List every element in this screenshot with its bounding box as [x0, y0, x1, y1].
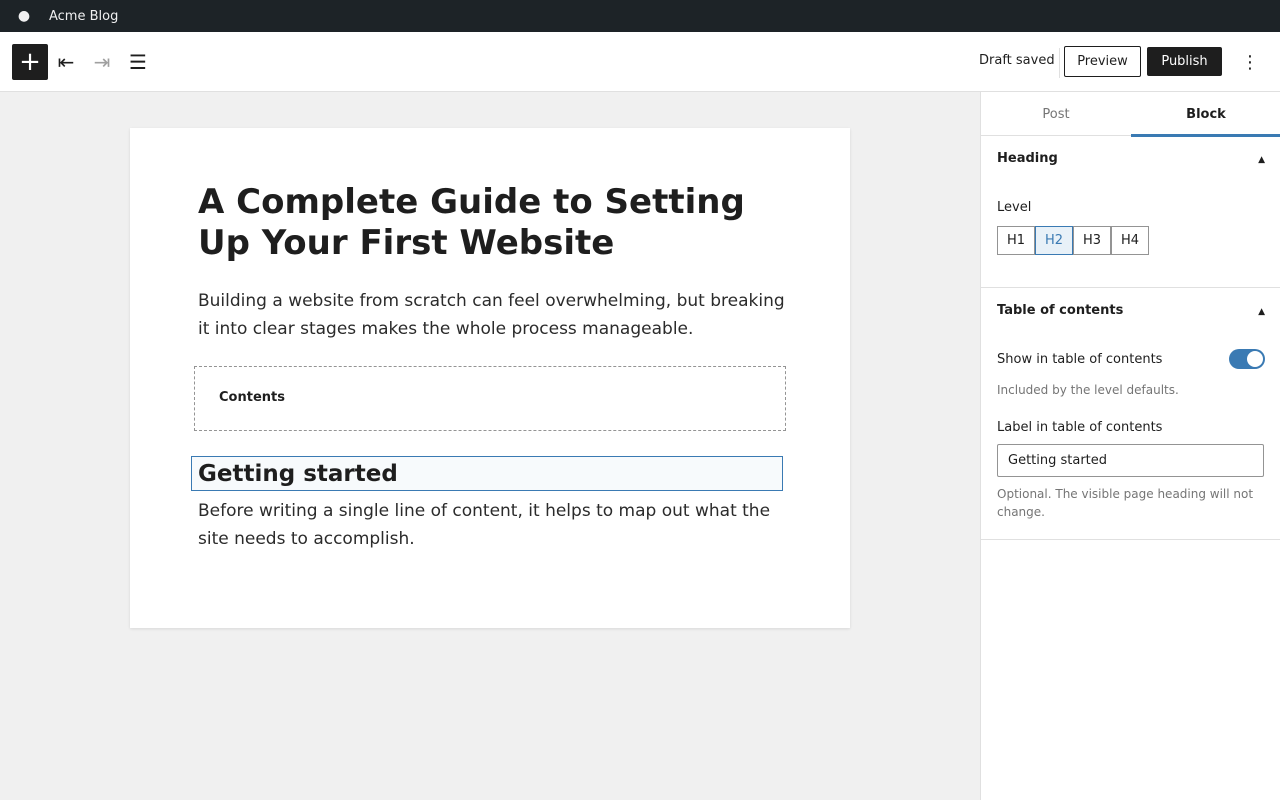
chevron-up-icon[interactable]: ▲ — [1258, 307, 1265, 317]
heading-level-group: H1 H2 H3 H4 — [997, 226, 1149, 255]
toc-label-input[interactable] — [997, 444, 1264, 477]
toc-panel-title[interactable]: Table of contents — [997, 303, 1123, 318]
show-in-toc-help: Included by the level defaults. — [997, 383, 1179, 397]
toolbar-divider — [1059, 48, 1060, 78]
publish-button[interactable]: Publish — [1147, 47, 1222, 76]
list-view-icon: ☰ — [129, 50, 147, 74]
wordpress-icon[interactable]: ● — [0, 0, 48, 32]
paragraph-block[interactable]: Building a website from scratch can feel… — [198, 287, 788, 343]
settings-sidebar: Post Block Heading ▲ Level H1 H2 H3 H4 T… — [980, 92, 1280, 800]
tab-block[interactable]: Block — [1131, 92, 1280, 137]
heading-panel: Heading ▲ Level H1 H2 H3 H4 — [981, 136, 1280, 288]
redo-button[interactable]: ⇥ — [84, 44, 120, 80]
show-in-toc-label: Show in table of contents — [997, 352, 1163, 367]
editor-canvas: A Complete Guide to Setting Up Your Firs… — [0, 92, 980, 800]
post-title[interactable]: A Complete Guide to Setting Up Your Firs… — [198, 182, 798, 264]
level-h2-button[interactable]: H2 — [1035, 226, 1073, 255]
preview-button[interactable]: Preview — [1064, 46, 1141, 77]
post-content: A Complete Guide to Setting Up Your Firs… — [130, 128, 850, 628]
admin-bar: ● Acme Blog — [0, 0, 1280, 32]
toc-label-help: Optional. The visible page heading will … — [997, 487, 1254, 519]
level-h4-button[interactable]: H4 — [1111, 226, 1149, 255]
options-button[interactable]: ⋮ — [1232, 44, 1268, 80]
toc-panel: Table of contents ▲ Show in table of con… — [981, 288, 1280, 540]
selected-heading-block[interactable]: Getting started — [191, 456, 783, 491]
chevron-up-icon[interactable]: ▲ — [1258, 155, 1265, 165]
level-label: Level — [997, 200, 1032, 215]
table-of-contents-block[interactable]: Contents — [194, 366, 786, 431]
undo-icon: ⇤ — [57, 50, 75, 74]
level-h3-button[interactable]: H3 — [1073, 226, 1111, 255]
more-vertical-icon: ⋮ — [1241, 51, 1259, 73]
plus-icon: + — [19, 47, 41, 77]
show-in-toc-toggle[interactable] — [1229, 349, 1265, 369]
site-name-link[interactable]: Acme Blog — [48, 9, 118, 24]
heading-panel-title[interactable]: Heading — [997, 151, 1058, 166]
editor-toolbar: + ⇤ ⇥ ☰ Draft saved Preview Publish ⋮ — [0, 32, 1280, 92]
toc-title: Contents — [219, 390, 285, 405]
save-status: Draft saved — [979, 53, 1055, 68]
heading-text[interactable]: Getting started — [198, 460, 398, 488]
undo-button[interactable]: ⇤ — [48, 44, 84, 80]
tab-post[interactable]: Post — [981, 92, 1131, 136]
redo-icon: ⇥ — [93, 50, 111, 74]
toc-label-field-label: Label in table of contents — [997, 420, 1163, 435]
level-h1-button[interactable]: H1 — [997, 226, 1035, 255]
block-inserter-button[interactable]: + — [12, 44, 48, 80]
sidebar-tabs: Post Block — [981, 92, 1280, 137]
list-view-button[interactable]: ☰ — [120, 44, 156, 80]
toggle-knob — [1247, 351, 1263, 367]
paragraph-block[interactable]: Before writing a single line of content,… — [198, 497, 788, 553]
